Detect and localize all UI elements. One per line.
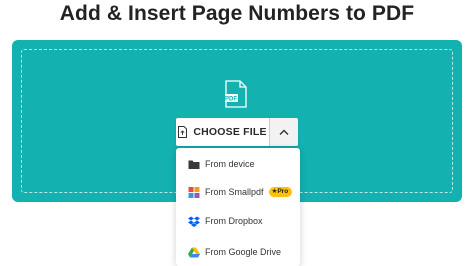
pdf-icon-label: PDF	[225, 97, 237, 103]
menu-item-label: From Dropbox	[205, 216, 263, 226]
folder-icon	[188, 160, 200, 169]
menu-item-from-device[interactable]: From device	[176, 153, 300, 175]
google-drive-icon	[188, 247, 200, 257]
choose-file-control: CHOOSE FILE	[176, 118, 298, 146]
pro-badge: ★Pro	[268, 187, 293, 197]
page-title: Add & Insert Page Numbers to PDF	[59, 2, 415, 25]
choose-file-dropdown-toggle[interactable]	[269, 118, 298, 146]
dropbox-icon	[188, 216, 200, 227]
menu-item-label: From Smallpdf	[205, 187, 264, 197]
menu-item-label: From device	[205, 159, 255, 169]
menu-item-from-google-drive[interactable]: From Google Drive	[176, 241, 300, 263]
smallpdf-icon	[188, 186, 200, 198]
file-icon	[178, 126, 188, 138]
menu-item-from-smallpdf[interactable]: From Smallpdf ★Pro	[176, 181, 300, 203]
pro-badge-label: Pro	[277, 188, 289, 195]
choose-file-button[interactable]: CHOOSE FILE	[176, 118, 269, 146]
upload-source-menu: From device From Smallpdf ★Pro From Drop…	[176, 148, 300, 266]
menu-item-label: From Google Drive	[205, 247, 282, 257]
pdf-file-icon: PDF	[225, 80, 247, 108]
menu-item-from-dropbox[interactable]: From Dropbox	[176, 210, 300, 232]
choose-file-label: CHOOSE FILE	[193, 126, 267, 138]
chevron-up-icon	[279, 129, 289, 135]
